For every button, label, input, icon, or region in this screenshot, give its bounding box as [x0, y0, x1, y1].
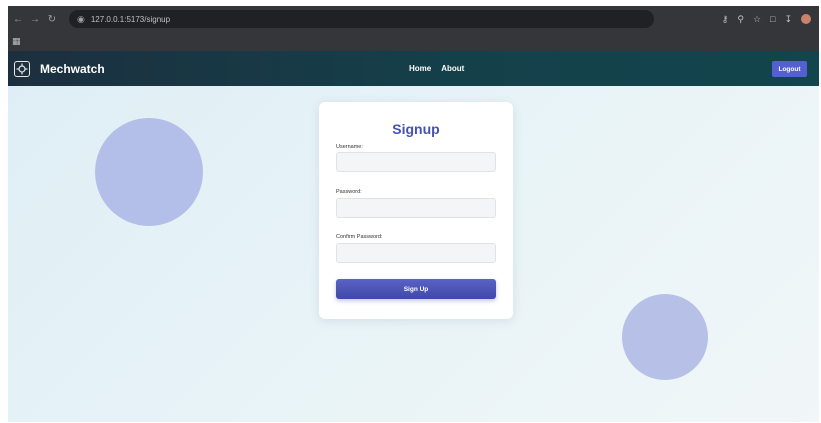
zoom-icon[interactable]: ⚲	[737, 14, 744, 25]
browser-actions: ⚷ ⚲ ☆ □ ↧	[722, 6, 811, 32]
browser-toolbar: ← → ↻ ◉ 127.0.0.1:5173/signup ⚷ ⚲ ☆ □ ↧	[8, 6, 819, 32]
sign-up-button[interactable]: Sign Up	[336, 279, 496, 299]
main-nav: Home About	[409, 51, 464, 86]
forward-arrow-icon[interactable]: →	[28, 14, 42, 25]
profile-avatar[interactable]	[801, 14, 811, 24]
app-header: Mechwatch Home About Logout	[8, 51, 819, 86]
password-label: Password:	[336, 189, 362, 195]
logout-button[interactable]: Logout	[772, 61, 807, 77]
password-input[interactable]	[336, 198, 496, 218]
confirm-password-input[interactable]	[336, 243, 496, 263]
url-text: 127.0.0.1:5173/signup	[90, 14, 171, 24]
star-icon[interactable]: ☆	[753, 14, 761, 25]
browser-window: ← → ↻ ◉ 127.0.0.1:5173/signup ⚷ ⚲ ☆ □ ↧ …	[8, 6, 819, 422]
address-bar[interactable]: ◉ 127.0.0.1:5173/signup	[69, 10, 654, 28]
download-icon[interactable]: ↧	[784, 14, 792, 25]
gear-icon	[16, 63, 28, 74]
apps-grid-icon[interactable]: ▦	[12, 36, 21, 47]
nav-link-home[interactable]: Home	[409, 64, 431, 73]
username-label: Username:	[336, 144, 363, 150]
nav-link-about[interactable]: About	[441, 64, 464, 73]
signup-card: Signup Username: Password: Confirm Passw…	[319, 102, 513, 319]
page-body: Signup Username: Password: Confirm Passw…	[8, 86, 819, 422]
logo-icon[interactable]	[14, 60, 30, 77]
extensions-icon[interactable]: □	[770, 14, 775, 24]
bookmark-bar: ▦	[8, 32, 819, 51]
confirm-password-label: Confirm Password:	[336, 234, 383, 240]
decorative-circle-left	[95, 118, 203, 226]
decorative-circle-right	[622, 294, 708, 380]
signup-title: Signup	[392, 121, 440, 137]
site-info-icon[interactable]: ◉	[77, 14, 85, 25]
reload-icon[interactable]: ↻	[45, 14, 59, 25]
back-arrow-icon[interactable]: ←	[11, 14, 25, 25]
key-icon[interactable]: ⚷	[722, 14, 729, 25]
username-input[interactable]	[336, 152, 496, 172]
brand-name[interactable]: Mechwatch	[40, 62, 105, 76]
